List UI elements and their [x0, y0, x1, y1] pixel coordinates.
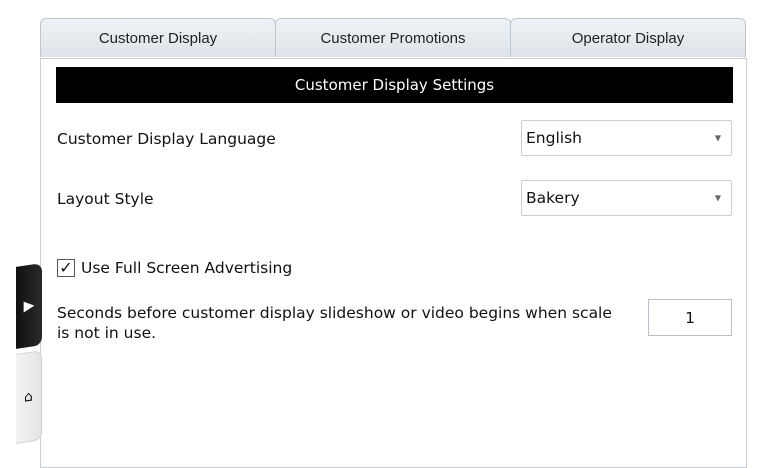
language-value: English	[526, 129, 582, 147]
chevron-down-icon: ▼	[714, 193, 721, 203]
home-panel-handle[interactable]: ⌂	[16, 350, 42, 444]
full-screen-ads-checkbox[interactable]: ✓	[57, 259, 75, 277]
language-select[interactable]: English ▼	[521, 120, 732, 156]
tab-customer-display[interactable]: Customer Display	[40, 18, 276, 57]
slideshow-delay-input[interactable]: 1	[648, 299, 732, 336]
checkmark-icon: ✓	[59, 258, 73, 277]
slideshow-delay-label: Seconds before customer display slidesho…	[57, 304, 612, 342]
expand-panel-handle[interactable]: ▶	[16, 263, 42, 349]
home-icon: ⌂	[24, 388, 33, 406]
language-label: Customer Display Language	[57, 130, 276, 148]
tab-customer-promotions[interactable]: Customer Promotions	[275, 18, 511, 57]
layout-style-label: Layout Style	[57, 190, 154, 208]
section-header: Customer Display Settings	[56, 67, 733, 103]
full-screen-ads-row: ✓ Use Full Screen Advertising	[57, 256, 292, 280]
chevron-down-icon: ▼	[714, 133, 721, 143]
layout-style-select[interactable]: Bakery ▼	[521, 180, 732, 216]
full-screen-ads-label: Use Full Screen Advertising	[81, 259, 293, 277]
tab-operator-display[interactable]: Operator Display	[510, 18, 746, 57]
arrow-right-icon: ▶	[23, 297, 35, 315]
settings-tabs: Customer Display Customer Promotions Ope…	[40, 18, 746, 58]
layout-style-value: Bakery	[526, 189, 580, 207]
